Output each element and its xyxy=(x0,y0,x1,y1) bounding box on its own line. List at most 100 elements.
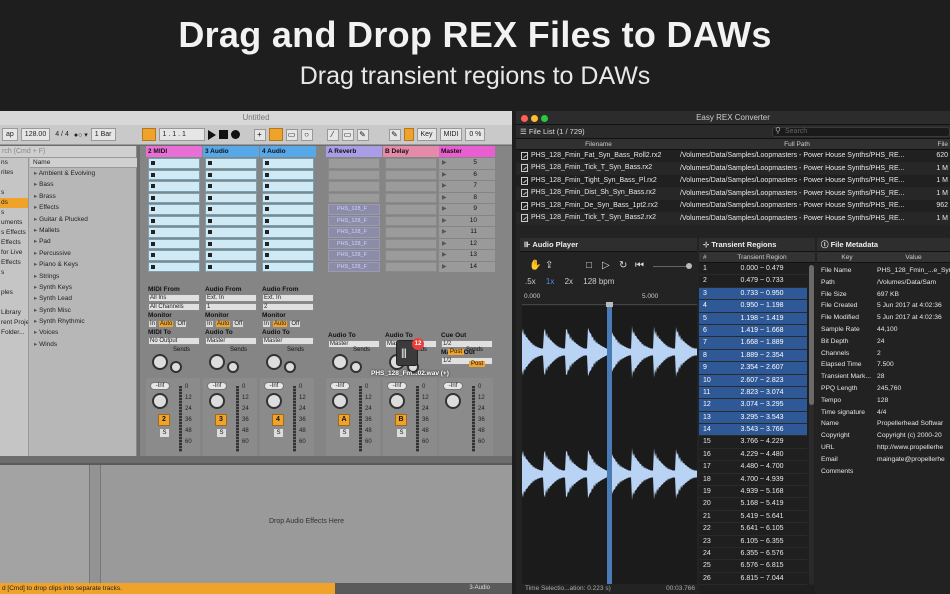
checkbox-icon[interactable] xyxy=(521,164,528,173)
pan-knob[interactable] xyxy=(152,393,168,409)
track-header[interactable]: 3 Audio xyxy=(203,146,259,157)
browser-place-item[interactable]: s xyxy=(0,208,28,218)
clip-slot[interactable]: PHS_128_F xyxy=(328,250,380,261)
transient-region-row[interactable]: 5 1.198 ~ 1.419 xyxy=(699,312,807,325)
clip-slot[interactable] xyxy=(385,158,437,169)
transient-region-row[interactable]: 7 1.668 ~ 1.889 xyxy=(699,337,807,350)
metadata-row[interactable]: File Size 697 KB xyxy=(817,289,950,301)
clip-slot[interactable] xyxy=(328,181,380,192)
clip-slot[interactable] xyxy=(148,215,200,226)
clip-slot[interactable] xyxy=(262,261,314,272)
send-a-knob[interactable] xyxy=(266,354,282,370)
monitor-option[interactable]: In xyxy=(205,320,215,328)
minimize-icon[interactable] xyxy=(531,115,538,122)
transient-region-row[interactable]: 4 0.950 ~ 1.198 xyxy=(699,300,807,313)
metadata-row[interactable]: Name Propellerhead Softwar xyxy=(817,418,950,430)
io-to-select[interactable]: Master xyxy=(262,337,314,345)
checkbox-icon[interactable] xyxy=(521,201,528,210)
volume-field[interactable]: -Inf xyxy=(207,382,227,390)
midi-map-button[interactable]: MIDI xyxy=(439,128,463,141)
io-to-select[interactable]: Master xyxy=(205,337,257,345)
browser-folder-item[interactable]: Synth Keys xyxy=(30,282,137,293)
position-field[interactable]: 1 . 1 . 1 xyxy=(158,128,205,141)
hand-drag-icon[interactable]: ✋ xyxy=(529,260,541,271)
monitor-option[interactable]: Off xyxy=(289,320,302,328)
checkbox-icon[interactable] xyxy=(521,151,528,160)
clip-slot[interactable] xyxy=(385,192,437,203)
browser-folder-item[interactable]: Synth Rhythmic xyxy=(30,316,137,327)
clip-slot[interactable] xyxy=(328,192,380,203)
playhead-handle[interactable] xyxy=(606,302,613,307)
solo-button[interactable]: S xyxy=(340,429,349,437)
metronome-icon[interactable]: ●○ ▾ xyxy=(74,131,88,139)
track-header[interactable]: 2 MIDI xyxy=(146,146,202,157)
file-list-row[interactable]: PHS_128_Fmin_Dist_Sh_Syn_Bass.rx2/Volume… xyxy=(516,187,950,200)
clip-slot[interactable] xyxy=(148,181,200,192)
post-button[interactable]: Post xyxy=(448,349,465,355)
browser-folder-item[interactable]: Percussive xyxy=(30,248,137,259)
browser-folder-item[interactable]: Bass xyxy=(30,179,137,190)
track-activator[interactable]: 3 xyxy=(215,414,227,426)
browser-folder-item[interactable]: Ambient & Evolving xyxy=(30,168,137,179)
volume-slider[interactable] xyxy=(653,266,689,267)
clip-slot[interactable] xyxy=(385,215,437,226)
monitor-option[interactable]: Auto xyxy=(215,320,232,328)
transient-region-row[interactable]: 9 2.354 ~ 2.607 xyxy=(699,362,807,375)
play-icon[interactable] xyxy=(207,129,216,140)
rewind-icon[interactable]: ⏮ xyxy=(635,260,644,271)
pan-knob[interactable] xyxy=(445,393,461,409)
clip-slot[interactable] xyxy=(148,227,200,238)
clip-slot[interactable] xyxy=(148,261,200,272)
browser-place-item[interactable]: s xyxy=(0,268,28,278)
browser-place-item[interactable] xyxy=(0,278,28,288)
transient-region-row[interactable]: 25 6.576 ~ 6.815 xyxy=(699,560,807,573)
stop-icon[interactable] xyxy=(218,130,228,139)
clip-slot[interactable] xyxy=(205,181,257,192)
pencil-icon[interactable]: ✎ xyxy=(356,128,369,141)
file-search-input[interactable]: ⚲ Search xyxy=(772,127,950,137)
io-channel-select[interactable]: 2 xyxy=(262,303,314,311)
metadata-row[interactable]: File Modified 5 Jun 2017 at 4:02:36 xyxy=(817,312,950,324)
transient-region-row[interactable]: 19 4.939 ~ 5.168 xyxy=(699,486,807,499)
browser-folder-item[interactable]: Pad xyxy=(30,236,137,247)
browser-place-item[interactable]: ns xyxy=(0,158,28,168)
clip-slot[interactable] xyxy=(148,250,200,261)
browser-folder-item[interactable]: Brass xyxy=(30,191,137,202)
clip-slot[interactable] xyxy=(328,158,380,169)
transient-region-row[interactable]: 18 4.700 ~ 4.939 xyxy=(699,474,807,487)
waveform-view[interactable] xyxy=(522,302,697,584)
send-b-knob[interactable] xyxy=(284,361,296,373)
send-b-knob[interactable] xyxy=(170,361,182,373)
transient-region-row[interactable]: 3 0.733 ~ 0.950 xyxy=(699,287,807,301)
clip-slot[interactable] xyxy=(262,204,314,215)
browser-folder-item[interactable]: Mallets xyxy=(30,225,137,236)
io-channel-select[interactable]: 1 xyxy=(205,303,257,311)
transient-region-row[interactable]: 2 0.479 ~ 0.733 xyxy=(699,275,807,288)
scene-launch[interactable]: 8 xyxy=(439,192,495,203)
scene-launch[interactable]: 9 xyxy=(439,204,495,215)
transient-region-row[interactable]: 11 2.823 ~ 3.074 xyxy=(699,386,807,400)
follow-button[interactable] xyxy=(141,128,156,141)
solo-button[interactable]: S xyxy=(217,429,226,437)
volume-field[interactable]: -Inf xyxy=(443,382,463,390)
col-filesize[interactable]: File xyxy=(914,139,950,149)
key-map-indicator[interactable] xyxy=(403,128,414,141)
browser-place-item[interactable]: s Effects xyxy=(0,228,28,238)
browser-place-item[interactable]: ples xyxy=(0,288,28,298)
export-icon[interactable]: ⇪ xyxy=(545,260,553,271)
metadata-row[interactable]: Channels 2 xyxy=(817,348,950,360)
monitor-option[interactable]: In xyxy=(148,320,158,328)
metadata-row[interactable]: PPQ Length 245,760 xyxy=(817,383,950,395)
play-triangle-icon[interactable]: ▷ xyxy=(602,260,610,271)
browser-place-item[interactable]: rent Projec xyxy=(0,318,28,328)
metadata-row[interactable]: Tempo 128 xyxy=(817,395,950,407)
metadata-row[interactable]: Copyright Copyright (c) 2000-20 xyxy=(817,430,950,442)
clip-slot[interactable] xyxy=(385,250,437,261)
browser-place-item[interactable]: uments xyxy=(0,218,28,228)
io-to-select[interactable]: No Output xyxy=(148,337,200,345)
metadata-row[interactable]: Bit Depth 24 xyxy=(817,336,950,348)
checkbox-icon[interactable] xyxy=(521,189,528,198)
clip-slot[interactable] xyxy=(385,181,437,192)
clip-slot[interactable] xyxy=(205,261,257,272)
transient-region-row[interactable]: 24 6.355 ~ 6.576 xyxy=(699,548,807,561)
